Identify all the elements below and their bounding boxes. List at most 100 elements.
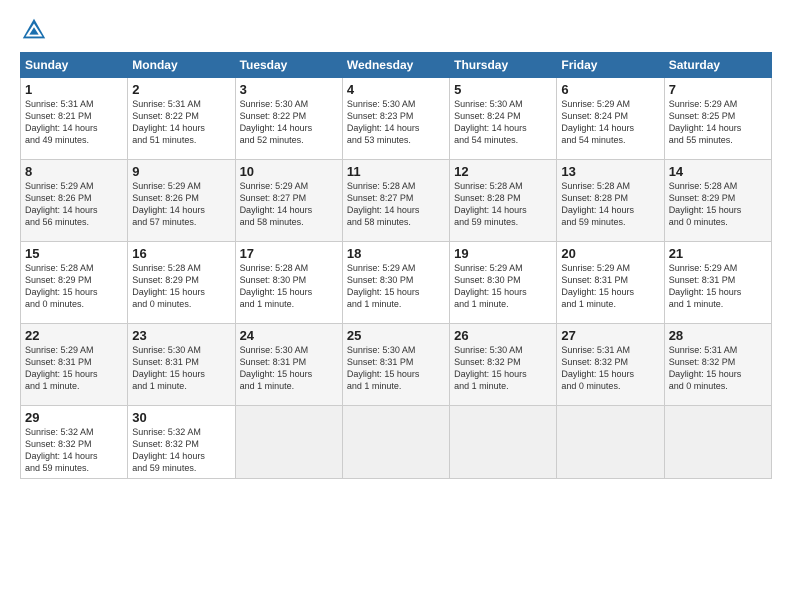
day-info: Sunrise: 5:30 AM Sunset: 8:23 PM Dayligh…	[347, 98, 445, 147]
calendar-cell: 24Sunrise: 5:30 AM Sunset: 8:31 PM Dayli…	[235, 324, 342, 406]
day-info: Sunrise: 5:29 AM Sunset: 8:30 PM Dayligh…	[347, 262, 445, 311]
day-number: 25	[347, 328, 445, 343]
calendar-cell	[450, 406, 557, 479]
calendar-cell: 29Sunrise: 5:32 AM Sunset: 8:32 PM Dayli…	[21, 406, 128, 479]
calendar-cell	[342, 406, 449, 479]
day-info: Sunrise: 5:31 AM Sunset: 8:32 PM Dayligh…	[561, 344, 659, 393]
day-info: Sunrise: 5:28 AM Sunset: 8:28 PM Dayligh…	[454, 180, 552, 229]
day-number: 7	[669, 82, 767, 97]
calendar-cell: 19Sunrise: 5:29 AM Sunset: 8:30 PM Dayli…	[450, 242, 557, 324]
calendar-cell: 16Sunrise: 5:28 AM Sunset: 8:29 PM Dayli…	[128, 242, 235, 324]
calendar-cell	[557, 406, 664, 479]
day-number: 11	[347, 164, 445, 179]
calendar-cell: 5Sunrise: 5:30 AM Sunset: 8:24 PM Daylig…	[450, 78, 557, 160]
day-number: 28	[669, 328, 767, 343]
calendar-cell: 12Sunrise: 5:28 AM Sunset: 8:28 PM Dayli…	[450, 160, 557, 242]
calendar-cell: 22Sunrise: 5:29 AM Sunset: 8:31 PM Dayli…	[21, 324, 128, 406]
calendar-cell	[235, 406, 342, 479]
day-info: Sunrise: 5:28 AM Sunset: 8:30 PM Dayligh…	[240, 262, 338, 311]
day-info: Sunrise: 5:28 AM Sunset: 8:29 PM Dayligh…	[669, 180, 767, 229]
weekday-header-sunday: Sunday	[21, 53, 128, 78]
day-number: 3	[240, 82, 338, 97]
calendar-cell: 21Sunrise: 5:29 AM Sunset: 8:31 PM Dayli…	[664, 242, 771, 324]
weekday-header-thursday: Thursday	[450, 53, 557, 78]
day-info: Sunrise: 5:30 AM Sunset: 8:31 PM Dayligh…	[240, 344, 338, 393]
day-number: 12	[454, 164, 552, 179]
day-number: 20	[561, 246, 659, 261]
day-info: Sunrise: 5:31 AM Sunset: 8:22 PM Dayligh…	[132, 98, 230, 147]
day-number: 16	[132, 246, 230, 261]
day-number: 10	[240, 164, 338, 179]
calendar-cell: 3Sunrise: 5:30 AM Sunset: 8:22 PM Daylig…	[235, 78, 342, 160]
day-number: 2	[132, 82, 230, 97]
logo-icon	[20, 16, 48, 44]
calendar-cell	[664, 406, 771, 479]
day-info: Sunrise: 5:31 AM Sunset: 8:32 PM Dayligh…	[669, 344, 767, 393]
day-info: Sunrise: 5:32 AM Sunset: 8:32 PM Dayligh…	[132, 426, 230, 475]
day-number: 24	[240, 328, 338, 343]
calendar-cell: 9Sunrise: 5:29 AM Sunset: 8:26 PM Daylig…	[128, 160, 235, 242]
day-info: Sunrise: 5:29 AM Sunset: 8:31 PM Dayligh…	[669, 262, 767, 311]
day-info: Sunrise: 5:29 AM Sunset: 8:30 PM Dayligh…	[454, 262, 552, 311]
day-number: 27	[561, 328, 659, 343]
calendar-cell: 11Sunrise: 5:28 AM Sunset: 8:27 PM Dayli…	[342, 160, 449, 242]
calendar-cell: 20Sunrise: 5:29 AM Sunset: 8:31 PM Dayli…	[557, 242, 664, 324]
day-info: Sunrise: 5:30 AM Sunset: 8:31 PM Dayligh…	[132, 344, 230, 393]
day-info: Sunrise: 5:30 AM Sunset: 8:24 PM Dayligh…	[454, 98, 552, 147]
calendar-cell: 14Sunrise: 5:28 AM Sunset: 8:29 PM Dayli…	[664, 160, 771, 242]
weekday-header-row: SundayMondayTuesdayWednesdayThursdayFrid…	[21, 53, 772, 78]
calendar-cell: 17Sunrise: 5:28 AM Sunset: 8:30 PM Dayli…	[235, 242, 342, 324]
day-number: 13	[561, 164, 659, 179]
day-number: 23	[132, 328, 230, 343]
calendar-cell: 7Sunrise: 5:29 AM Sunset: 8:25 PM Daylig…	[664, 78, 771, 160]
day-info: Sunrise: 5:29 AM Sunset: 8:26 PM Dayligh…	[25, 180, 123, 229]
calendar-cell: 25Sunrise: 5:30 AM Sunset: 8:31 PM Dayli…	[342, 324, 449, 406]
day-number: 4	[347, 82, 445, 97]
day-number: 15	[25, 246, 123, 261]
page: SundayMondayTuesdayWednesdayThursdayFrid…	[0, 0, 792, 612]
calendar-cell: 27Sunrise: 5:31 AM Sunset: 8:32 PM Dayli…	[557, 324, 664, 406]
day-info: Sunrise: 5:28 AM Sunset: 8:27 PM Dayligh…	[347, 180, 445, 229]
day-info: Sunrise: 5:30 AM Sunset: 8:31 PM Dayligh…	[347, 344, 445, 393]
calendar-week-5: 29 Sunrise: 5:32 AM Sunset: 8:32 PM Dayli…	[21, 406, 772, 479]
calendar-week-1: 1Sunrise: 5:31 AM Sunset: 8:21 PM Daylig…	[21, 78, 772, 160]
header	[20, 16, 772, 44]
weekday-header-saturday: Saturday	[664, 53, 771, 78]
day-number: 29	[25, 410, 123, 425]
calendar-week-3: 15Sunrise: 5:28 AM Sunset: 8:29 PM Dayli…	[21, 242, 772, 324]
day-info: Sunrise: 5:29 AM Sunset: 8:26 PM Dayligh…	[132, 180, 230, 229]
day-info: Sunrise: 5:28 AM Sunset: 8:28 PM Dayligh…	[561, 180, 659, 229]
calendar-cell: 28Sunrise: 5:31 AM Sunset: 8:32 PM Dayli…	[664, 324, 771, 406]
day-number: 19	[454, 246, 552, 261]
day-number: 6	[561, 82, 659, 97]
day-info: Sunrise: 5:29 AM Sunset: 8:24 PM Dayligh…	[561, 98, 659, 147]
calendar-cell: 10Sunrise: 5:29 AM Sunset: 8:27 PM Dayli…	[235, 160, 342, 242]
calendar-cell: 6Sunrise: 5:29 AM Sunset: 8:24 PM Daylig…	[557, 78, 664, 160]
calendar-cell: 2Sunrise: 5:31 AM Sunset: 8:22 PM Daylig…	[128, 78, 235, 160]
calendar-week-2: 8Sunrise: 5:29 AM Sunset: 8:26 PM Daylig…	[21, 160, 772, 242]
calendar-cell: 30Sunrise: 5:32 AM Sunset: 8:32 PM Dayli…	[128, 406, 235, 479]
weekday-header-friday: Friday	[557, 53, 664, 78]
calendar-week-4: 22Sunrise: 5:29 AM Sunset: 8:31 PM Dayli…	[21, 324, 772, 406]
weekday-header-monday: Monday	[128, 53, 235, 78]
day-number: 8	[25, 164, 123, 179]
day-number: 22	[25, 328, 123, 343]
day-number: 14	[669, 164, 767, 179]
calendar-cell: 26Sunrise: 5:30 AM Sunset: 8:32 PM Dayli…	[450, 324, 557, 406]
day-number: 18	[347, 246, 445, 261]
day-info: Sunrise: 5:29 AM Sunset: 8:27 PM Dayligh…	[240, 180, 338, 229]
day-number: 17	[240, 246, 338, 261]
weekday-header-tuesday: Tuesday	[235, 53, 342, 78]
calendar-cell: 1Sunrise: 5:31 AM Sunset: 8:21 PM Daylig…	[21, 78, 128, 160]
day-info: Sunrise: 5:31 AM Sunset: 8:21 PM Dayligh…	[25, 98, 123, 147]
day-info: Sunrise: 5:28 AM Sunset: 8:29 PM Dayligh…	[132, 262, 230, 311]
logo	[20, 16, 52, 44]
calendar-cell: 18Sunrise: 5:29 AM Sunset: 8:30 PM Dayli…	[342, 242, 449, 324]
day-number: 30	[132, 410, 230, 425]
day-info: Sunrise: 5:28 AM Sunset: 8:29 PM Dayligh…	[25, 262, 123, 311]
day-info: Sunrise: 5:29 AM Sunset: 8:31 PM Dayligh…	[561, 262, 659, 311]
day-info: Sunrise: 5:30 AM Sunset: 8:32 PM Dayligh…	[454, 344, 552, 393]
calendar-table: SundayMondayTuesdayWednesdayThursdayFrid…	[20, 52, 772, 479]
day-info: Sunrise: 5:29 AM Sunset: 8:31 PM Dayligh…	[25, 344, 123, 393]
day-number: 9	[132, 164, 230, 179]
